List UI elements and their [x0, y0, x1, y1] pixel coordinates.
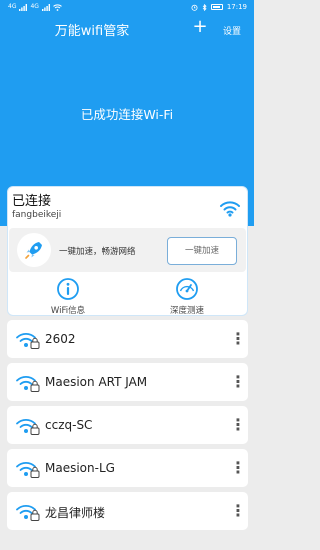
connected-title: 已连接 — [12, 194, 52, 209]
wifi-info-button[interactable]: WiFi信息 — [18, 275, 118, 316]
carrier-2: 4G — [30, 3, 39, 10]
speed-test-button[interactable]: 深度测速 — [137, 275, 237, 316]
wifi-network-list: 2602 ⋮ Maesion ART JAM ⋮ cczq-SC ⋮ Maesion-LG ⋮… — [7, 320, 248, 535]
speedometer-icon — [176, 278, 198, 300]
carrier-1: 4G — [8, 3, 17, 10]
wifi-signal-icon — [220, 201, 240, 217]
app-title: 万能wifi管家 — [54, 24, 130, 39]
more-options-icon[interactable]: ⋮ — [230, 414, 246, 436]
battery-icon — [210, 4, 223, 10]
info-icon — [57, 278, 79, 300]
settings-button[interactable]: 设置 — [223, 24, 241, 37]
locked-wifi-icon — [16, 333, 40, 349]
bluetooth-icon — [202, 3, 207, 11]
boost-button[interactable]: 一键加速 — [167, 237, 237, 265]
connection-status-message: 已成功连接Wi-Fi — [80, 107, 174, 122]
rocket-icon — [17, 233, 51, 267]
boost-description: 一键加速，畅游网络 — [59, 247, 136, 257]
list-item[interactable]: Maesion-LG ⋮ — [7, 449, 248, 487]
boost-panel: 一键加速，畅游网络 一键加速 — [9, 228, 246, 272]
connected-ssid: fangbeikeji — [12, 210, 62, 220]
more-options-icon[interactable]: ⋮ — [230, 371, 246, 393]
list-item[interactable]: 2602 ⋮ — [7, 320, 248, 358]
locked-wifi-icon — [16, 376, 40, 392]
more-options-icon[interactable]: ⋮ — [230, 328, 246, 350]
status-bar-right: 17:19 — [191, 3, 247, 11]
list-item[interactable]: Maesion ART JAM ⋮ — [7, 363, 248, 401]
signal-icon — [19, 3, 28, 11]
status-bar: 4G 4G 17:19 — [0, 0, 254, 16]
locked-wifi-icon — [16, 419, 40, 435]
status-bar-left: 4G 4G — [8, 3, 62, 11]
network-name: 2602 — [45, 332, 76, 346]
locked-wifi-icon — [16, 462, 40, 478]
add-button[interactable]: + — [192, 18, 208, 36]
network-name: Maesion ART JAM — [45, 375, 148, 389]
locked-wifi-icon — [16, 505, 40, 521]
wifi-status-icon — [53, 3, 62, 11]
clock: 17:19 — [226, 3, 247, 11]
more-options-icon[interactable]: ⋮ — [230, 457, 246, 479]
signal-icon — [41, 3, 50, 11]
list-item[interactable]: cczq-SC ⋮ — [7, 406, 248, 444]
network-name: 龙昌律师楼 — [45, 506, 106, 520]
tool-row: WiFi信息 深度测速 — [8, 275, 247, 316]
list-item[interactable]: 龙昌律师楼 ⋮ — [7, 492, 248, 530]
connected-card: 已连接 fangbeikeji 一键加速，畅游网络 一键加速 WiFi信息 深度… — [7, 186, 248, 316]
network-name: Maesion-LG — [45, 461, 115, 475]
more-options-icon[interactable]: ⋮ — [230, 500, 246, 522]
alarm-icon — [191, 4, 198, 11]
network-name: cczq-SC — [45, 418, 93, 432]
speed-test-label: 深度测速 — [169, 306, 204, 316]
wifi-info-label: WiFi信息 — [50, 306, 86, 316]
